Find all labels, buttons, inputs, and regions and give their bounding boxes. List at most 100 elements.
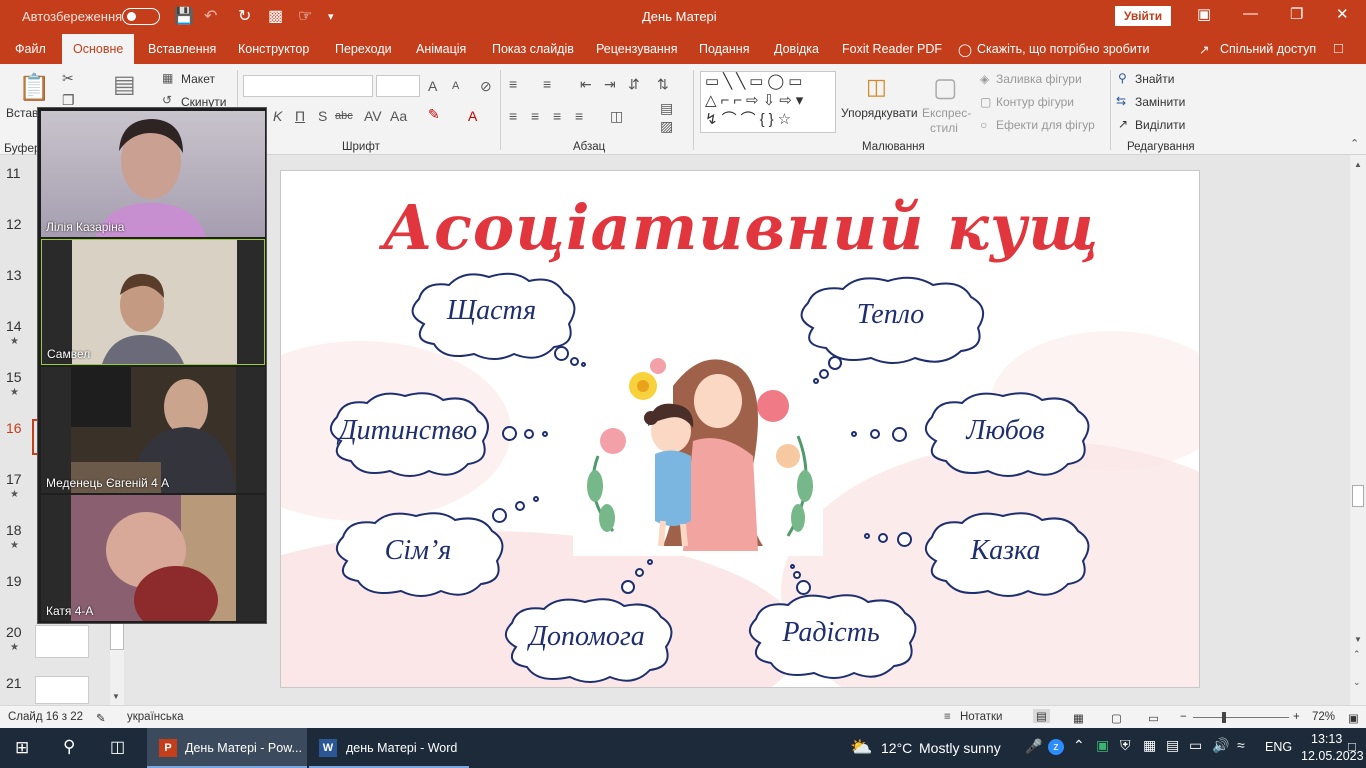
font-size-box[interactable] <box>376 75 420 97</box>
shapes-gallery[interactable]: ▭╲╲▭◯▭ △⌐⌐⇨⇩⇨▾ ↯⌒⌒{}☆ <box>700 71 836 133</box>
bullets-icon[interactable]: ≡ <box>509 76 517 92</box>
touch-mode-icon[interactable]: ☞ <box>298 6 312 26</box>
tab-review[interactable]: Рецензування <box>596 42 677 56</box>
reading-view-icon[interactable]: ▢ <box>1111 711 1122 725</box>
cloud-warmth[interactable]: Тепло <box>793 273 988 368</box>
normal-view-icon[interactable]: ▤ <box>1033 709 1050 723</box>
slide-title[interactable]: Асоціативний кущ <box>281 191 1199 264</box>
quick-styles-label-2[interactable]: стилі <box>930 121 958 135</box>
columns-icon[interactable]: ◫ <box>610 108 623 125</box>
weather-description[interactable]: Mostly sunny <box>919 740 1001 756</box>
video-call-panel[interactable]: Лілія Казаріна Самвел Меденець Євгеній 4… <box>37 107 267 624</box>
save-icon[interactable]: 💾 <box>174 6 194 26</box>
increase-indent-icon[interactable]: ⇥ <box>604 76 616 93</box>
sign-in-button[interactable]: Увійти <box>1115 6 1171 26</box>
video-tile[interactable]: Лілія Казаріна <box>41 111 265 237</box>
cloud-love[interactable]: Любов <box>918 389 1093 481</box>
tab-help[interactable]: Довідка <box>774 42 819 56</box>
font-color-icon[interactable]: A <box>468 108 477 124</box>
tab-transitions[interactable]: Переходи <box>335 42 392 56</box>
grow-font-icon[interactable]: A <box>428 78 437 94</box>
paste-icon[interactable]: 📋 <box>18 72 50 103</box>
numbering-icon[interactable]: ≡ <box>543 76 551 92</box>
slide-canvas[interactable]: Асоціативний кущ Щастя Тепло Дитинство Л… <box>280 170 1200 688</box>
tab-slideshow[interactable]: Показ слайдів <box>492 42 574 56</box>
restore-icon[interactable]: ❐ <box>1290 5 1303 23</box>
customize-toolbar-icon[interactable]: ▾ <box>328 10 334 23</box>
shrink-font-icon[interactable]: A <box>452 80 459 92</box>
underline-icon[interactable]: П <box>295 108 305 124</box>
fit-to-window-icon[interactable]: ▣ <box>1348 711 1359 725</box>
collapse-ribbon-icon[interactable]: ⌃ <box>1350 137 1359 150</box>
tab-view[interactable]: Подання <box>699 42 749 56</box>
next-slide-icon[interactable]: ⌄ <box>1353 677 1361 688</box>
slide-thumbnail[interactable] <box>35 625 89 658</box>
slide-sorter-icon[interactable]: ▦ <box>1073 711 1084 725</box>
change-case-icon[interactable]: Aa <box>390 108 407 124</box>
tray-app-icon[interactable]: ▦ <box>1143 737 1156 754</box>
clock-time[interactable]: 13:13 <box>1311 732 1342 746</box>
zoom-level[interactable]: 72% <box>1312 711 1335 723</box>
shadow-icon[interactable]: S <box>318 108 327 124</box>
previous-slide-icon[interactable]: ⌃ <box>1353 649 1361 660</box>
scroll-down-icon[interactable]: ▼ <box>1354 635 1362 644</box>
zoom-app-icon[interactable]: z <box>1048 739 1064 755</box>
video-tile-active-speaker[interactable]: Самвел <box>41 239 265 365</box>
cloud-help[interactable]: Допомога <box>498 595 676 687</box>
cloud-family[interactable]: Сім’я <box>329 509 507 601</box>
select-button[interactable]: Виділити <box>1135 118 1185 132</box>
security-icon[interactable]: ⛨ <box>1120 737 1131 754</box>
smartart-icon[interactable]: ▨ <box>660 118 673 135</box>
cloud-childhood[interactable]: Дитинство <box>323 389 493 481</box>
thumbnail-scroll-thumb[interactable] <box>110 620 124 650</box>
tab-animations[interactable]: Анімація <box>416 42 466 56</box>
font-name-box[interactable] <box>243 75 373 97</box>
redo-icon[interactable]: ↻ <box>238 6 251 26</box>
scroll-up-icon[interactable]: ▲ <box>1354 160 1362 169</box>
comments-icon[interactable]: □ <box>1334 40 1343 57</box>
char-spacing-icon[interactable]: AV <box>364 108 382 124</box>
shape-outline-button[interactable]: Контур фігури <box>996 95 1074 109</box>
tab-foxit[interactable]: Foxit Reader PDF <box>842 42 942 56</box>
tab-home[interactable]: Основне <box>62 34 135 64</box>
video-tile[interactable]: Катя 4-А <box>41 495 265 621</box>
share-icon[interactable]: ↗ <box>1199 42 1209 57</box>
wifi-icon[interactable]: ≈ <box>1237 737 1245 753</box>
taskbar-app-word[interactable]: W день Матері - Word <box>309 728 469 768</box>
cloud-joy[interactable]: Радість <box>742 591 920 683</box>
zoom-out-icon[interactable]: − <box>1180 711 1187 723</box>
task-view-icon[interactable]: ◫ <box>110 737 125 757</box>
align-text-icon[interactable]: ▤ <box>660 100 673 117</box>
line-spacing-icon[interactable]: ⇵ <box>628 76 640 93</box>
cloud-fairytale[interactable]: Казка <box>918 509 1093 601</box>
notes-button[interactable]: Нотатки <box>960 711 1002 723</box>
autosave-toggle[interactable] <box>122 8 160 25</box>
volume-icon[interactable]: 🔊 <box>1212 737 1229 754</box>
taskbar-app-powerpoint[interactable]: P День Матері - Pow... <box>147 728 307 768</box>
strikethrough-icon[interactable]: abc <box>335 110 353 122</box>
arrange-icon[interactable]: ◫ <box>866 74 887 100</box>
input-language[interactable]: ENG <box>1265 740 1292 754</box>
windows-start-icon[interactable]: ⊞ <box>15 738 29 758</box>
slideshow-icon[interactable]: ▭ <box>1148 711 1159 725</box>
text-direction-icon[interactable]: ⇅ <box>657 76 669 93</box>
justify-icon[interactable]: ≡ <box>575 108 583 124</box>
share-button[interactable]: Спільний доступ <box>1220 42 1316 56</box>
minimize-icon[interactable]: — <box>1243 5 1258 22</box>
close-icon[interactable]: ✕ <box>1336 5 1349 23</box>
battery-icon[interactable]: ▭ <box>1189 737 1202 754</box>
slide-scroll-thumb[interactable] <box>1352 485 1364 507</box>
notifications-icon[interactable]: □ <box>1348 739 1356 754</box>
slide-thumbnail[interactable] <box>35 676 89 704</box>
tray-arrow-icon[interactable]: ⌃ <box>1073 737 1085 754</box>
tab-file[interactable]: Файл <box>15 42 46 56</box>
video-tile[interactable]: Меденець Євгеній 4 А <box>41 367 265 493</box>
quick-styles-icon[interactable]: ▢ <box>933 72 958 103</box>
network-icon[interactable]: ▤ <box>1166 737 1179 754</box>
language-indicator[interactable]: українська <box>127 711 184 723</box>
find-button[interactable]: Знайти <box>1135 72 1174 86</box>
align-center-icon[interactable]: ≡ <box>531 108 539 124</box>
layout-button[interactable]: Макет <box>181 72 215 86</box>
ribbon-display-icon[interactable]: ▣ <box>1197 5 1211 23</box>
scroll-down-icon[interactable]: ▼ <box>112 692 120 701</box>
